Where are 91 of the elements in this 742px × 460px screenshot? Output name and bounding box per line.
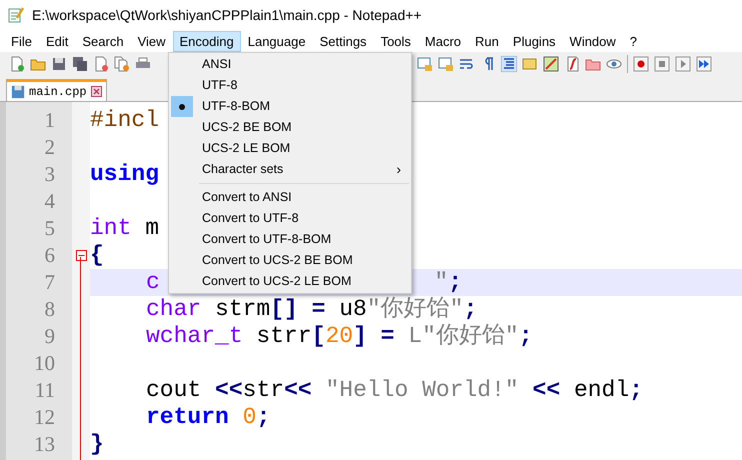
menu-option[interactable]: Convert to ANSI [169,187,411,208]
new-file-icon[interactable] [9,56,25,72]
code-token: << [214,377,243,404]
line-number: 6 [44,242,55,269]
code-token: 20 [325,323,354,350]
line-number: 12 [34,404,55,431]
line-number: 1 [44,107,55,134]
code-token: str [242,377,284,404]
code-token: strr [255,323,312,350]
code-token: wchar_t [146,323,243,350]
line-number: 7 [44,269,55,296]
code-token: [ [312,323,326,350]
menu-item[interactable]: Window [562,30,623,52]
menu-option[interactable]: ANSI [169,54,411,75]
submenu-arrow: › [396,160,401,179]
menu-option[interactable]: Convert to UCS-2 BE BOM [169,250,411,271]
code-token: ] [353,323,367,350]
menu-item[interactable]: Settings [312,30,374,52]
code-token: m [144,215,160,242]
code-token: = [310,296,326,323]
code-token: #incl [90,107,160,134]
menu-option[interactable]: UCS-2 BE BOM [169,117,411,138]
code-token: u8 [338,296,367,323]
code-token: ; [518,323,533,350]
play-icon[interactable] [675,56,691,72]
menu-option[interactable]: UCS-2 LE BOM [169,138,411,159]
line-number: 13 [34,431,55,458]
close-icon[interactable] [90,86,102,97]
menu-option[interactable]: UTF-8 [169,75,411,96]
line-number: 2 [44,134,55,161]
code-token: " [434,269,448,296]
fast-forward-icon[interactable] [696,56,712,72]
menu-item[interactable]: Language [240,30,313,52]
code-token: ; [463,296,478,323]
radio-dot-icon [179,104,185,110]
line-number: 8 [44,296,55,323]
menu-item[interactable]: ? [622,30,644,52]
code-token: "你好饴" [366,296,464,323]
fold-marker-icon[interactable] [76,250,86,261]
menu-option[interactable]: Convert to UTF-8-BOM [169,229,411,250]
code-token: char [146,296,202,323]
code-token: "Hello World!" [324,377,519,404]
save-icon [11,84,25,98]
indent-guide-icon[interactable] [501,56,517,72]
close-file-icon[interactable] [93,56,109,72]
line-number: 11 [34,377,55,404]
code-token: return [146,404,229,431]
menu-option[interactable]: Character sets › [169,159,411,180]
line-number: 9 [44,323,55,350]
code-token: } [90,431,104,458]
record-icon[interactable] [633,56,649,72]
line-number: 5 [44,215,55,242]
code-token: << [532,377,560,404]
code-token: 0 [242,404,256,431]
code-token: = [380,323,394,350]
code-token: ; [629,377,643,404]
code-token: << [284,377,312,404]
code-token: using [90,161,160,188]
file-tab[interactable]: main.cpp [6,79,107,101]
menu-item[interactable]: Edit [38,30,76,52]
menu-option[interactable]: Convert to UCS-2 LE BOM [169,271,411,292]
stop-icon[interactable] [654,56,670,72]
code-token: { [90,242,104,269]
code-token: c [146,269,160,296]
menu-item[interactable]: View [130,30,173,52]
window-title: E:\workspace\QtWork\shiyanCPPPlain1\main.cpp - Notepad++ [32,6,422,25]
line-number: 10 [34,350,55,377]
code-token: [] [270,296,298,323]
save-all-icon[interactable] [72,56,88,72]
code-token: ; [256,404,270,431]
code-token: cout [146,377,202,404]
code-token: L"你好饴" [407,323,519,350]
menu-item[interactable]: File [4,30,39,52]
menu-item[interactable]: Plugins [506,30,563,52]
tab-label: main.cpp [29,84,87,100]
menu-item[interactable]: Tools [374,30,418,52]
menu-item[interactable]: Encoding [172,30,241,52]
line-number: 3 [44,161,55,188]
line-number: 4 [44,188,55,215]
menu-option[interactable]: UTF-8-BOM [169,96,411,117]
menu-option[interactable]: Convert to UTF-8 [169,208,411,229]
code-token: endl [572,377,630,404]
code-token: strm [214,296,270,323]
notepad-icon [8,7,24,23]
code-token: int [90,215,132,242]
save-icon[interactable] [51,56,67,72]
close-all-icon[interactable] [114,56,130,72]
menu-item[interactable]: Search [75,30,131,52]
menu-item[interactable]: Macro [418,30,468,52]
code-token: ; [448,269,462,296]
menu-item[interactable]: Run [468,30,506,52]
